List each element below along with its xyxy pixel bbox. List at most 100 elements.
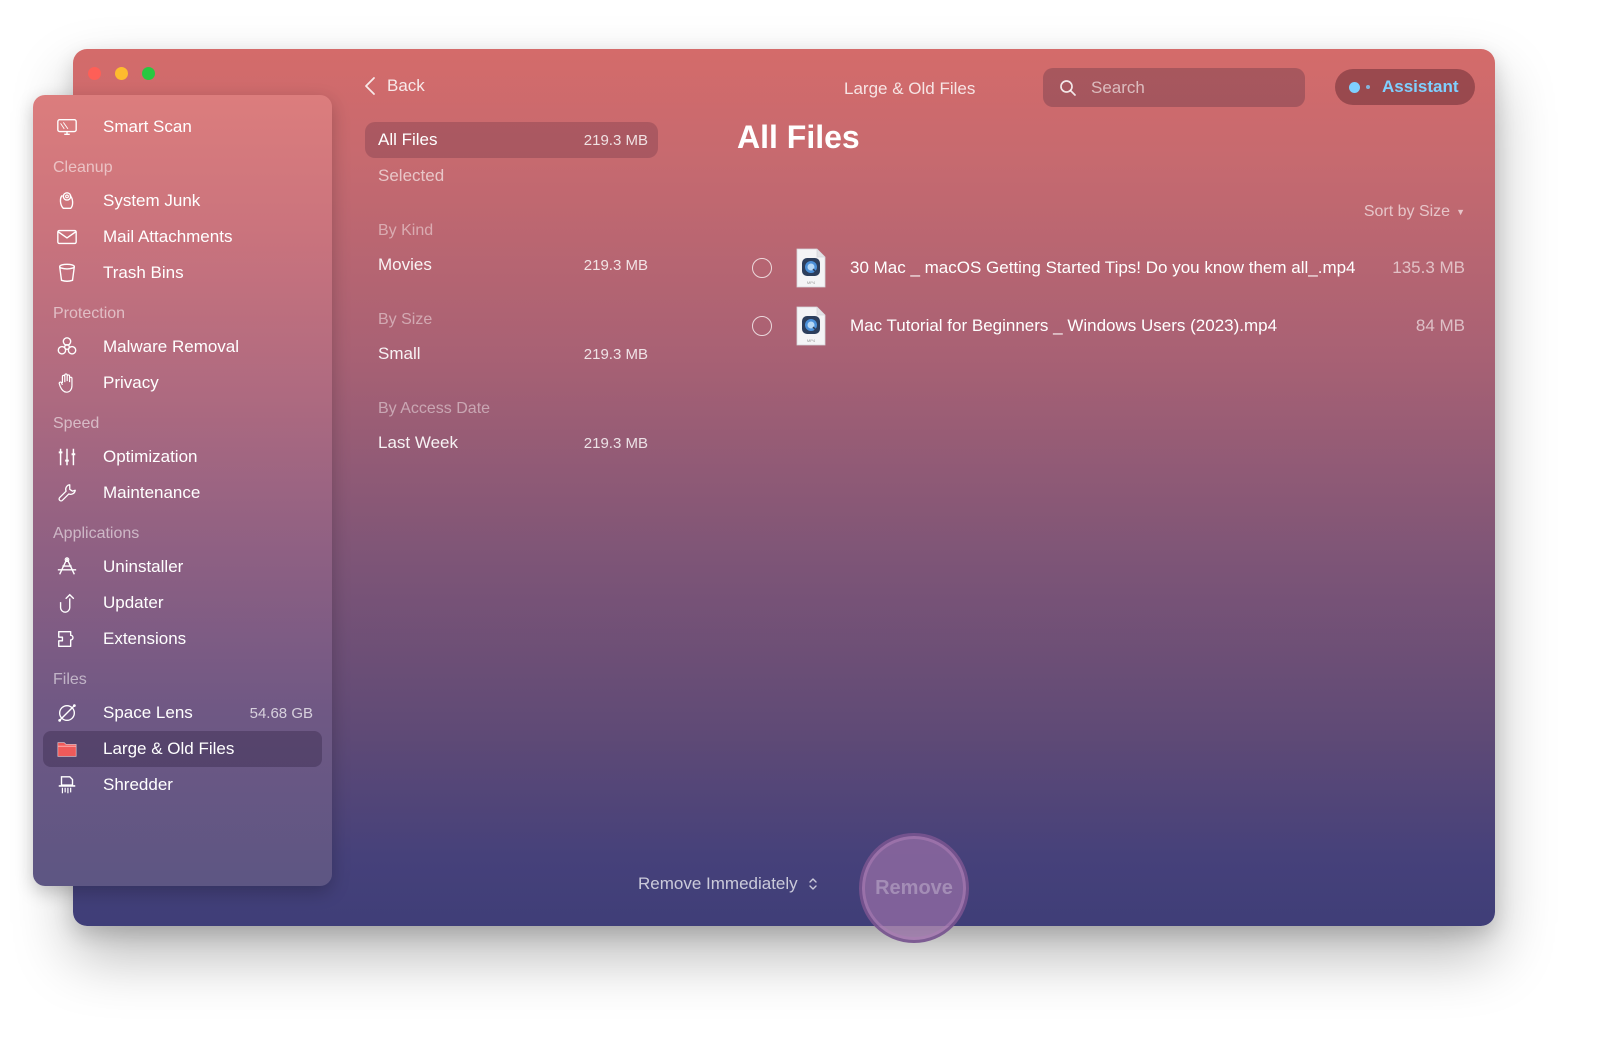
sidebar-item-label: Privacy [103,373,159,392]
sidebar-item-value: 54.68 GB [249,704,313,722]
back-button[interactable]: Back [363,76,425,96]
sidebar-item-uninstaller[interactable]: Uninstaller [43,549,322,585]
page-title: All Files [737,119,860,155]
category-size: 219.3 MB [583,131,648,149]
sidebar-item-label: Malware Removal [103,337,240,356]
category-label: Movies [378,255,432,274]
category-all-files[interactable]: All Files 219.3 MB [365,122,658,158]
sidebar-item-label: Space Lens [103,703,193,722]
puzzle-extension-icon [55,627,79,651]
sidebar-item-system-junk[interactable]: System Junk [43,183,322,219]
assistant-button[interactable]: Assistant [1335,69,1475,105]
sidebar-item-optimization[interactable]: Optimization [43,439,322,475]
sidebar-section-heading: Protection [53,305,126,322]
sidebar: Smart Scan Cleanup System Junk Mail Atta… [33,95,332,886]
category-label: Last Week [378,433,459,452]
uninstaller-icon [55,555,79,579]
sidebar-item-label: Shredder [103,775,173,794]
assistant-label: Assistant [1382,77,1459,96]
sidebar-item-extensions[interactable]: Extensions [43,621,322,657]
remove-mode-selector[interactable]: Remove Immediately [638,874,818,894]
file-name: 30 Mac _ macOS Getting Started Tips! Do … [850,258,1356,277]
folder-icon [55,737,79,761]
file-size: 135.3 MB [1392,258,1465,277]
sort-dropdown[interactable]: Sort by Size ▼ [1364,203,1465,221]
sidebar-section-heading: Cleanup [53,159,113,176]
category-group-heading: By Size [378,311,433,328]
biohazard-icon [55,335,79,359]
sidebar-item-updater[interactable]: Updater [43,585,322,621]
assistant-dot-icon [1349,81,1360,93]
file-name: Mac Tutorial for Beginners _ Windows Use… [850,316,1278,335]
close-window-button[interactable] [88,67,101,80]
sidebar-section-heading: Applications [53,525,140,542]
updater-arrow-icon [55,591,79,615]
category-label: Selected [378,166,445,185]
sidebar-item-label: Trash Bins [103,263,184,282]
window-controls [88,67,155,80]
category-last-week[interactable]: Last Week 219.3 MB [365,425,658,461]
file-select-radio[interactable] [752,316,772,336]
sidebar-section-heading: Speed [53,415,100,432]
mp4-file-icon: MP4 [795,248,827,288]
sidebar-item-label: Extensions [103,629,187,648]
sidebar-item-space-lens[interactable]: Space Lens 54.68 GB [43,695,322,731]
window-title: Large & Old Files [844,79,976,98]
category-size: 219.3 MB [583,345,648,363]
mp4-file-icon: MP4 [795,306,827,346]
search-input[interactable] [1091,77,1271,98]
category-panel: All Files 219.3 MB Selected By Kind Movi… [365,122,658,461]
chevron-updown-icon [808,878,817,890]
monitor-scan-icon [55,115,79,139]
minimize-window-button[interactable] [115,67,128,80]
sidebar-item-trash-bins[interactable]: Trash Bins [43,255,322,291]
file-select-radio[interactable] [752,258,772,278]
sidebar-item-shredder[interactable]: Shredder [43,767,322,803]
planet-icon [55,701,79,725]
sidebar-section-heading: Files [53,671,87,688]
sidebar-item-label: Maintenance [103,483,201,502]
sidebar-item-label: System Junk [103,191,201,210]
caret-down-icon: ▼ [1456,207,1465,217]
search-icon [1060,79,1076,96]
remove-mode-label: Remove Immediately [638,874,798,893]
wrench-icon [55,481,79,505]
sidebar-item-label: Uninstaller [103,557,184,576]
sidebar-item-label: Mail Attachments [103,227,233,246]
sidebar-item-label: Optimization [103,447,198,466]
search-field[interactable] [1043,68,1305,107]
sidebar-item-label: Smart Scan [103,117,192,136]
mail-icon [55,225,79,249]
sidebar-item-smart-scan[interactable]: Smart Scan [43,109,322,145]
svg-text:MP4: MP4 [807,338,816,343]
file-row[interactable]: MP4 30 Mac _ macOS Getting Started Tips!… [737,239,1465,297]
back-label: Back [387,76,425,95]
sidebar-item-privacy[interactable]: Privacy [43,365,322,401]
file-size: 84 MB [1415,316,1465,335]
remove-button[interactable]: Remove [859,833,969,943]
trash-bin-icon [55,261,79,285]
system-junk-icon [55,189,79,213]
screen: Back Large & Old Files Assistant All Fil… [0,0,1600,1044]
shredder-icon [55,773,79,797]
sidebar-item-malware-removal[interactable]: Malware Removal [43,329,322,365]
category-selected[interactable]: Selected [365,158,658,194]
sidebar-item-label: Large & Old Files [103,739,235,758]
sidebar-item-mail-attachments[interactable]: Mail Attachments [43,219,322,255]
zoom-window-button[interactable] [142,67,155,80]
category-small[interactable]: Small 219.3 MB [365,336,658,372]
category-size: 219.3 MB [583,256,648,274]
category-label: All Files [378,130,438,149]
category-group-heading: By Kind [378,222,434,239]
sidebar-item-large-old-files[interactable]: Large & Old Files [43,731,322,767]
sidebar-item-maintenance[interactable]: Maintenance [43,475,322,511]
category-movies[interactable]: Movies 219.3 MB [365,247,658,283]
svg-text:MP4: MP4 [807,280,816,285]
file-row[interactable]: MP4 Mac Tutorial for Beginners _ Windows… [737,297,1465,355]
category-size: 219.3 MB [583,434,648,452]
sliders-icon [55,445,79,469]
assistant-dot-small-icon [1366,85,1370,89]
chevron-left-icon [365,77,375,95]
file-list: MP4 30 Mac _ macOS Getting Started Tips!… [737,239,1465,355]
hand-icon [55,371,79,395]
